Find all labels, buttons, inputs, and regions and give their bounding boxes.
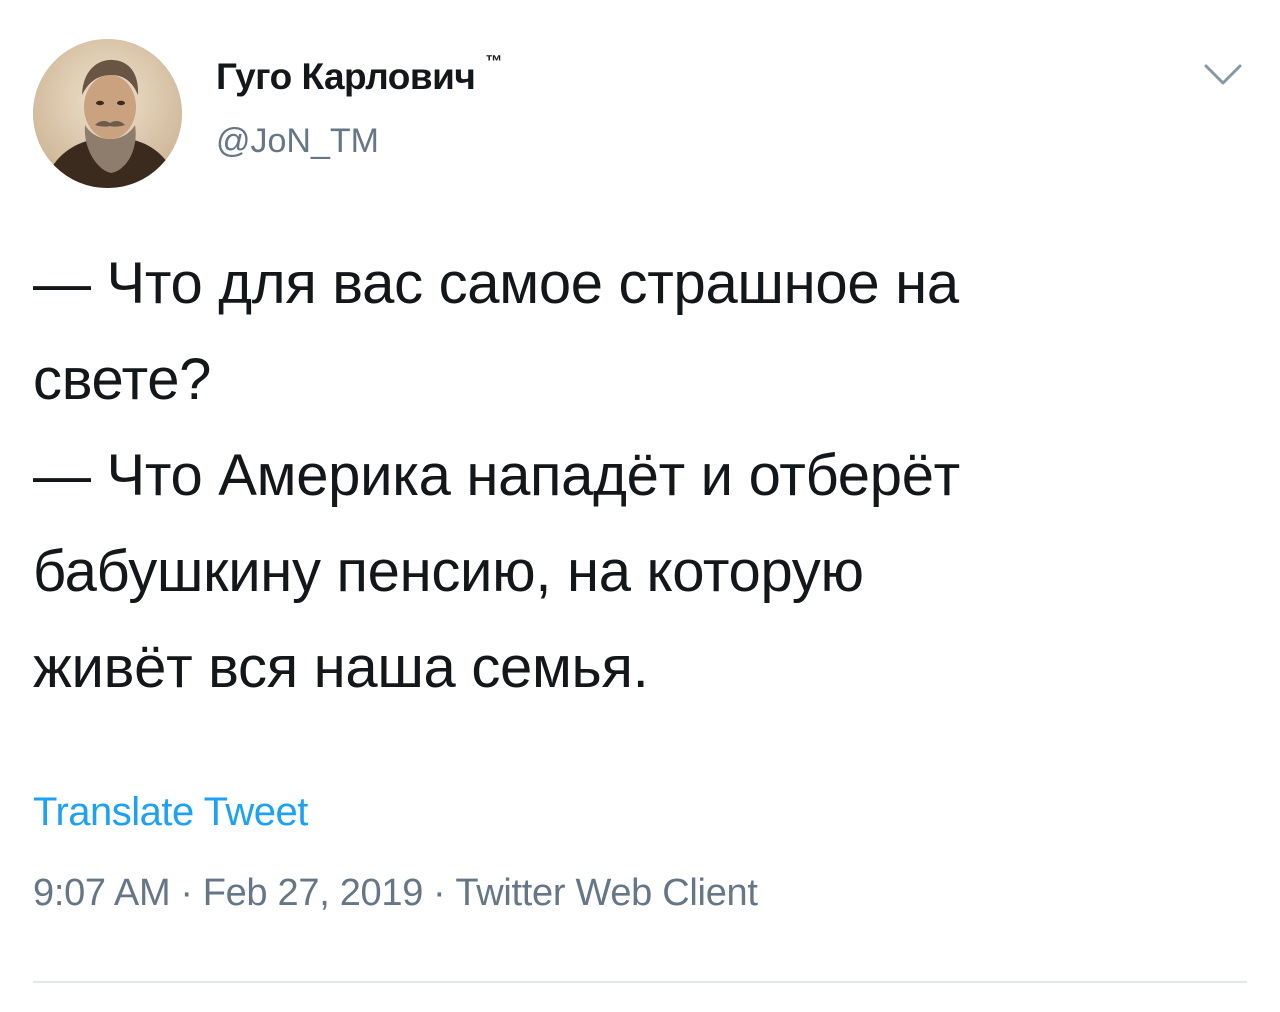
tweet-text-line: свете? [33,347,212,412]
meta-separator: · [433,872,446,914]
tweet-metadata: 9:07 AM · Feb 27, 2019 · Twitter Web Client [33,872,758,915]
tweet-source[interactable]: Twitter Web Client [455,872,758,914]
user-handle[interactable]: @JoN_TM [216,122,379,161]
tweet-text-line: — Что Америка нападёт и отберёт [33,443,960,508]
trademark-badge: ™ [485,52,502,71]
meta-separator: · [180,872,193,914]
chevron-down-icon [1204,64,1242,85]
avatar[interactable] [33,39,182,188]
tweet-date[interactable]: Feb 27, 2019 [203,872,424,914]
translate-tweet-link[interactable]: Translate Tweet [33,790,308,835]
avatar-portrait [33,39,182,188]
tweet-text-line: живёт вся наша семья. [33,635,649,700]
tweet-menu-button[interactable] [1200,60,1246,90]
display-name-text: Гуго Карлович [216,56,476,97]
tweet: Гуго Карлович ™ @JoN_TM — Что для вас сам… [0,0,1280,1012]
display-name[interactable]: Гуго Карлович ™ [216,52,502,98]
divider [33,981,1247,983]
tweet-time[interactable]: 9:07 AM [33,872,171,914]
tweet-text-line: бабушкину пенсию, на которую [33,539,864,604]
tweet-text-line: — Что для вас самое страшное на [33,251,959,316]
tweet-text: — Что для вас самое страшное на свете? —… [33,236,1253,716]
